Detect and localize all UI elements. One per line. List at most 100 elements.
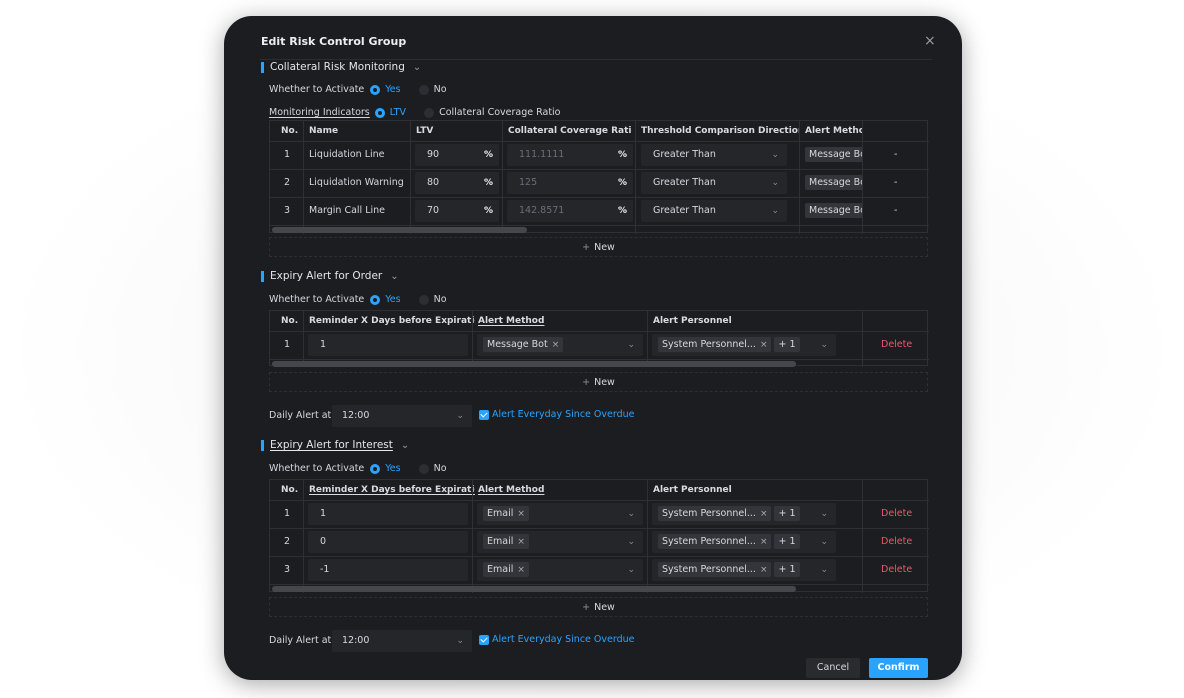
- order-daily-time-select[interactable]: 12:00 ⌄: [332, 405, 472, 427]
- alert-method-cell[interactable]: Message Bot: [805, 141, 862, 169]
- chevron-down-icon: ⌄: [820, 509, 828, 519]
- horizontal-scrollbar[interactable]: [272, 361, 796, 367]
- chevron-down-icon: ⌄: [627, 340, 635, 350]
- radio-ccr[interactable]: [424, 107, 435, 118]
- method-tag: Email ×: [483, 506, 529, 521]
- radio-yes-label[interactable]: Yes: [385, 463, 400, 474]
- personnel-tag-label: System Personnel...: [662, 508, 756, 519]
- personnel-select[interactable]: System Personnel... × + 1 ⌄: [652, 503, 836, 525]
- radio-ccr-label[interactable]: Collateral Coverage Ratio: [439, 107, 560, 118]
- direction-select[interactable]: Greater Than ⌄: [641, 200, 787, 222]
- section-interest-header[interactable]: Expiry Alert for Interest ⌄: [261, 439, 409, 451]
- collateral-new-button[interactable]: + New: [269, 237, 928, 257]
- cancel-button[interactable]: Cancel: [806, 658, 860, 678]
- horizontal-scrollbar[interactable]: [272, 586, 796, 592]
- row-name: Liquidation Warning: [309, 177, 404, 188]
- col-header-alert-method: Alert Method: [478, 316, 545, 326]
- days-input[interactable]: -1: [308, 559, 468, 581]
- horizontal-scrollbar[interactable]: [272, 227, 527, 233]
- alert-method-cell[interactable]: Message Bot: [805, 197, 862, 225]
- personnel-select[interactable]: System Personnel... × + 1 ⌄: [652, 531, 836, 553]
- radio-ltv-label[interactable]: LTV: [390, 107, 406, 118]
- radio-yes-label[interactable]: Yes: [385, 294, 400, 305]
- radio-no-label[interactable]: No: [434, 294, 447, 305]
- close-icon[interactable]: ×: [552, 340, 560, 350]
- personnel-select[interactable]: System Personnel... × + 1 ⌄: [652, 334, 836, 356]
- close-icon[interactable]: ×: [517, 509, 525, 519]
- col-header-ccr: Collateral Coverage Ratio: [508, 126, 632, 136]
- method-tag-label: Email: [487, 508, 514, 519]
- section-order-header[interactable]: Expiry Alert for Order ⌄: [261, 270, 399, 282]
- delete-button[interactable]: Delete: [881, 500, 912, 528]
- interest-new-button[interactable]: + New: [269, 597, 928, 617]
- interest-table: No. Reminder X Days before Expiration Al…: [269, 479, 929, 593]
- interest-overdue-checkbox[interactable]: Alert Everyday Since Overdue: [479, 634, 634, 645]
- confirm-button[interactable]: Confirm: [869, 658, 928, 678]
- direction-select[interactable]: Greater Than ⌄: [641, 144, 787, 166]
- row-no: 2: [284, 177, 291, 188]
- section-collateral-header[interactable]: Collateral Risk Monitoring ⌄: [261, 61, 421, 73]
- alert-method-select[interactable]: Email × ⌄: [477, 503, 643, 525]
- ltv-input[interactable]: 80%: [415, 172, 499, 194]
- chevron-down-icon: ⌄: [771, 178, 779, 188]
- direction-select[interactable]: Greater Than ⌄: [641, 172, 787, 194]
- checkbox-checked-icon[interactable]: [479, 409, 489, 420]
- ltv-input[interactable]: 90%: [415, 144, 499, 166]
- alert-method-select[interactable]: Email × ⌄: [477, 531, 643, 553]
- radio-no-label[interactable]: No: [434, 84, 447, 95]
- interest-daily-label: Daily Alert at: [269, 635, 332, 646]
- delete-button[interactable]: Delete: [881, 528, 912, 556]
- radio-yes-label[interactable]: Yes: [385, 84, 400, 95]
- col-header-no: No.: [281, 316, 299, 326]
- ltv-input[interactable]: 70%: [415, 200, 499, 222]
- radio-yes[interactable]: [370, 294, 381, 305]
- days-input[interactable]: 1: [308, 503, 468, 525]
- personnel-tag-label: System Personnel...: [662, 564, 756, 575]
- order-new-button[interactable]: + New: [269, 372, 928, 392]
- close-icon[interactable]: ×: [760, 340, 768, 350]
- close-icon[interactable]: ×: [517, 565, 525, 575]
- section-accent-bar: [261, 61, 264, 73]
- delete-button[interactable]: Delete: [881, 556, 912, 584]
- chevron-down-icon[interactable]: ⌄: [401, 440, 409, 451]
- plus-icon: +: [582, 377, 591, 388]
- personnel-select[interactable]: System Personnel... × + 1 ⌄: [652, 559, 836, 581]
- days-input[interactable]: 1: [308, 334, 468, 356]
- close-icon[interactable]: ×: [924, 33, 936, 49]
- section-title: Collateral Risk Monitoring: [270, 61, 405, 73]
- plus-icon: +: [582, 242, 591, 253]
- method-tag: Email ×: [483, 562, 529, 577]
- radio-yes[interactable]: [370, 463, 381, 474]
- radio-no-label[interactable]: No: [434, 463, 447, 474]
- radio-ltv[interactable]: [374, 107, 385, 118]
- delete-button[interactable]: Delete: [881, 331, 912, 359]
- row-name: Margin Call Line: [309, 205, 386, 216]
- method-tag-label: Email: [487, 536, 514, 547]
- method-tag: Message Bot ×: [483, 337, 564, 352]
- radio-no[interactable]: [418, 294, 429, 305]
- close-icon[interactable]: ×: [760, 565, 768, 575]
- alert-method-select[interactable]: Email × ⌄: [477, 559, 643, 581]
- radio-no[interactable]: [418, 84, 429, 95]
- chevron-down-icon[interactable]: ⌄: [390, 271, 398, 282]
- alert-method-cell[interactable]: Message Bot: [805, 169, 862, 197]
- order-activate-row: Whether to Activate Yes No: [269, 294, 447, 305]
- row-action: -: [894, 177, 898, 188]
- col-header-days: Reminder X Days before Expiration: [309, 316, 475, 326]
- alert-method-select[interactable]: Message Bot × ⌄: [477, 334, 643, 356]
- chevron-down-icon[interactable]: ⌄: [413, 62, 421, 73]
- checkbox-checked-icon[interactable]: [479, 634, 489, 645]
- chevron-down-icon: ⌄: [771, 206, 779, 216]
- close-icon[interactable]: ×: [760, 537, 768, 547]
- chevron-down-icon: ⌄: [627, 509, 635, 519]
- interest-daily-time-select[interactable]: 12:00 ⌄: [332, 630, 472, 652]
- close-icon[interactable]: ×: [517, 537, 525, 547]
- daily-time-value: 12:00: [342, 635, 370, 646]
- close-icon[interactable]: ×: [760, 509, 768, 519]
- radio-yes[interactable]: [370, 84, 381, 95]
- percent-suffix: %: [617, 206, 627, 216]
- order-overdue-checkbox[interactable]: Alert Everyday Since Overdue: [479, 409, 634, 420]
- radio-no[interactable]: [418, 463, 429, 474]
- row-no: 1: [284, 339, 291, 350]
- days-input[interactable]: 0: [308, 531, 468, 553]
